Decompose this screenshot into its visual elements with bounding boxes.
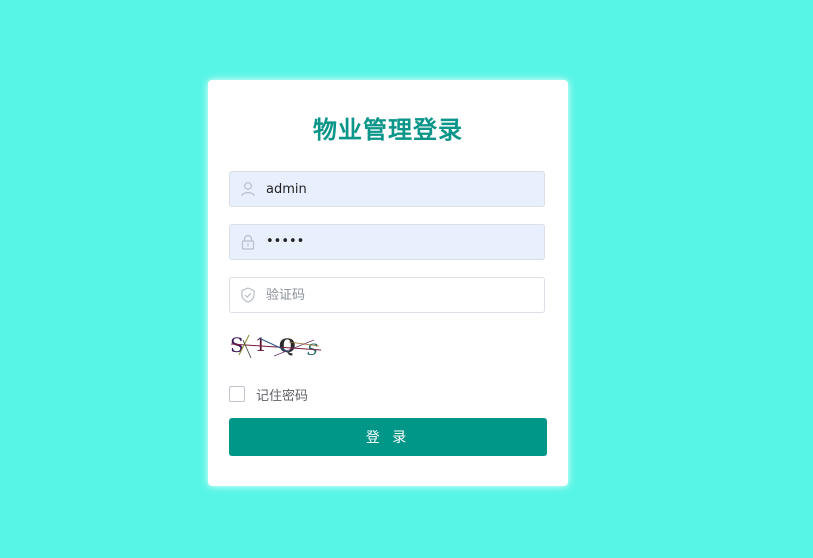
username-input[interactable] — [266, 172, 536, 206]
captcha-input[interactable] — [266, 278, 536, 312]
remember-checkbox[interactable] — [229, 386, 245, 402]
shield-check-icon — [240, 287, 256, 303]
login-button[interactable]: 登 录 — [229, 418, 547, 456]
captcha-image[interactable]: S 1 Q S — [229, 330, 323, 360]
svg-text:Q: Q — [279, 335, 296, 357]
page-title: 物业管理登录 — [313, 116, 463, 144]
remember-password[interactable]: 记住密码 — [229, 384, 308, 404]
password-input[interactable]: ••••• — [266, 225, 304, 259]
captcha-field[interactable] — [229, 277, 545, 313]
user-icon — [240, 181, 256, 197]
password-field[interactable]: ••••• — [229, 224, 545, 260]
remember-label: 记住密码 — [256, 388, 309, 404]
login-card: 物业管理登录 ••••• — [208, 80, 568, 486]
lock-icon — [240, 234, 256, 250]
username-field[interactable] — [229, 171, 545, 207]
